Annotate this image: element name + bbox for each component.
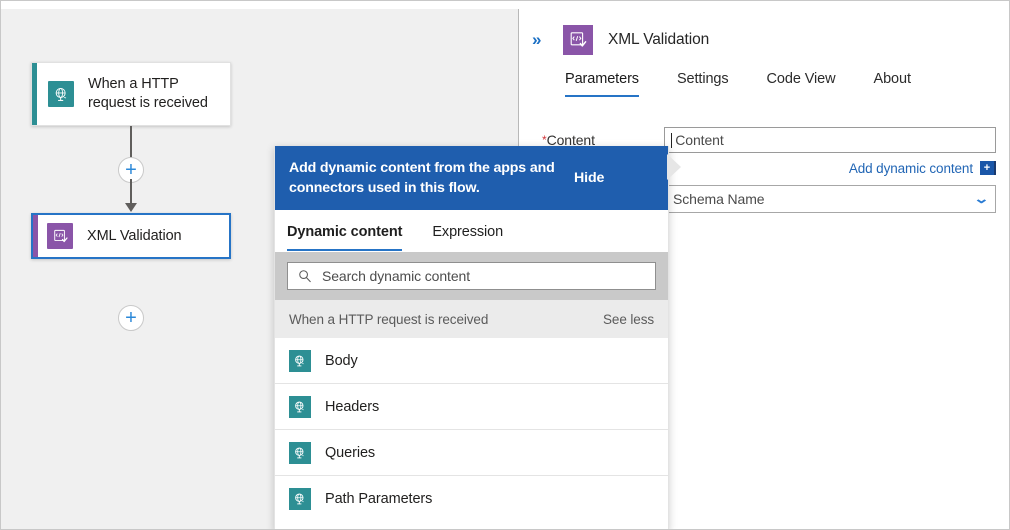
list-item-label: Queries	[325, 445, 375, 461]
panel-header: » XML Validation	[520, 9, 1010, 71]
dynamic-content-flyout: Add dynamic content from the apps and co…	[274, 146, 669, 530]
schema-name-select[interactable]: Schema Name ⌄	[664, 185, 996, 213]
tab-expression[interactable]: Expression	[432, 224, 503, 251]
tab-parameters[interactable]: Parameters	[565, 71, 639, 97]
tab-about[interactable]: About	[874, 71, 911, 97]
collapse-panel-chevron-icon[interactable]: »	[532, 30, 554, 50]
add-dynamic-content-plus-icon[interactable]: +	[980, 161, 996, 175]
connector-line-top	[130, 126, 132, 158]
tab-dynamic-content[interactable]: Dynamic content	[287, 224, 402, 251]
connector-arrow-head	[125, 203, 137, 212]
plus-glyph: +	[125, 308, 137, 328]
content-field-group: Content Add dynamic content + Schema Nam…	[664, 127, 1010, 213]
flyout-tab-bar: Dynamic content Expression	[275, 210, 668, 252]
see-less-toggle[interactable]: See less	[603, 312, 654, 327]
workflow-card-http-trigger[interactable]: When a HTTP request is received	[31, 62, 231, 126]
text-caret	[671, 133, 672, 148]
list-item[interactable]: Headers	[275, 384, 668, 430]
workflow-card-xml-validation[interactable]: XML Validation	[31, 213, 231, 259]
page-title: XML Validation	[608, 31, 709, 49]
card-accent-bar	[33, 215, 38, 257]
search-input-placeholder: Search dynamic content	[322, 268, 470, 284]
content-field-label: *Content	[520, 127, 664, 148]
hide-flyout-button[interactable]: Hide	[574, 170, 604, 186]
search-input[interactable]: Search dynamic content	[287, 262, 656, 290]
chevron-down-icon: ⌄	[973, 191, 989, 207]
list-item-label: Path Parameters	[325, 491, 432, 507]
xml-validation-icon	[563, 25, 593, 55]
list-item-label: Body	[325, 353, 358, 369]
flyout-callout-pointer	[667, 154, 681, 180]
content-input-placeholder: Content	[675, 132, 723, 148]
card-accent-bar	[32, 63, 37, 125]
tab-settings[interactable]: Settings	[677, 71, 729, 97]
add-dynamic-content-row: Add dynamic content +	[664, 160, 996, 176]
banner-text: Add dynamic content from the apps and co…	[289, 158, 574, 198]
http-request-icon	[48, 81, 74, 107]
add-step-button-end[interactable]: +	[118, 305, 144, 331]
list-item[interactable]: Queries	[275, 430, 668, 476]
panel-tab-bar: Parameters Settings Code View About	[520, 71, 1010, 103]
plus-glyph: +	[125, 160, 137, 180]
search-band: Search dynamic content	[275, 252, 668, 300]
connector-line-bottom	[130, 179, 132, 205]
dynamic-content-group-header[interactable]: When a HTTP request is received See less	[275, 300, 668, 338]
workflow-card-label: XML Validation	[87, 227, 182, 246]
workflow-card-label: When a HTTP request is received	[88, 75, 230, 113]
xml-validation-icon	[47, 223, 73, 249]
http-request-icon	[289, 396, 311, 418]
add-dynamic-content-link[interactable]: Add dynamic content	[849, 161, 973, 176]
list-item-label: Headers	[325, 399, 379, 415]
content-input[interactable]: Content	[664, 127, 996, 153]
http-request-icon	[289, 442, 311, 464]
list-item[interactable]: Path Parameters	[275, 476, 668, 522]
group-title: When a HTTP request is received	[289, 312, 488, 327]
http-request-icon	[289, 350, 311, 372]
search-icon	[298, 269, 312, 283]
http-request-icon	[289, 488, 311, 510]
dynamic-content-banner: Add dynamic content from the apps and co…	[275, 146, 668, 210]
schema-name-value: Schema Name	[673, 191, 765, 207]
list-item[interactable]: Body	[275, 338, 668, 384]
tab-code-view[interactable]: Code View	[767, 71, 836, 97]
logic-app-designer-window: When a HTTP request is received + XML Va…	[0, 0, 1010, 530]
